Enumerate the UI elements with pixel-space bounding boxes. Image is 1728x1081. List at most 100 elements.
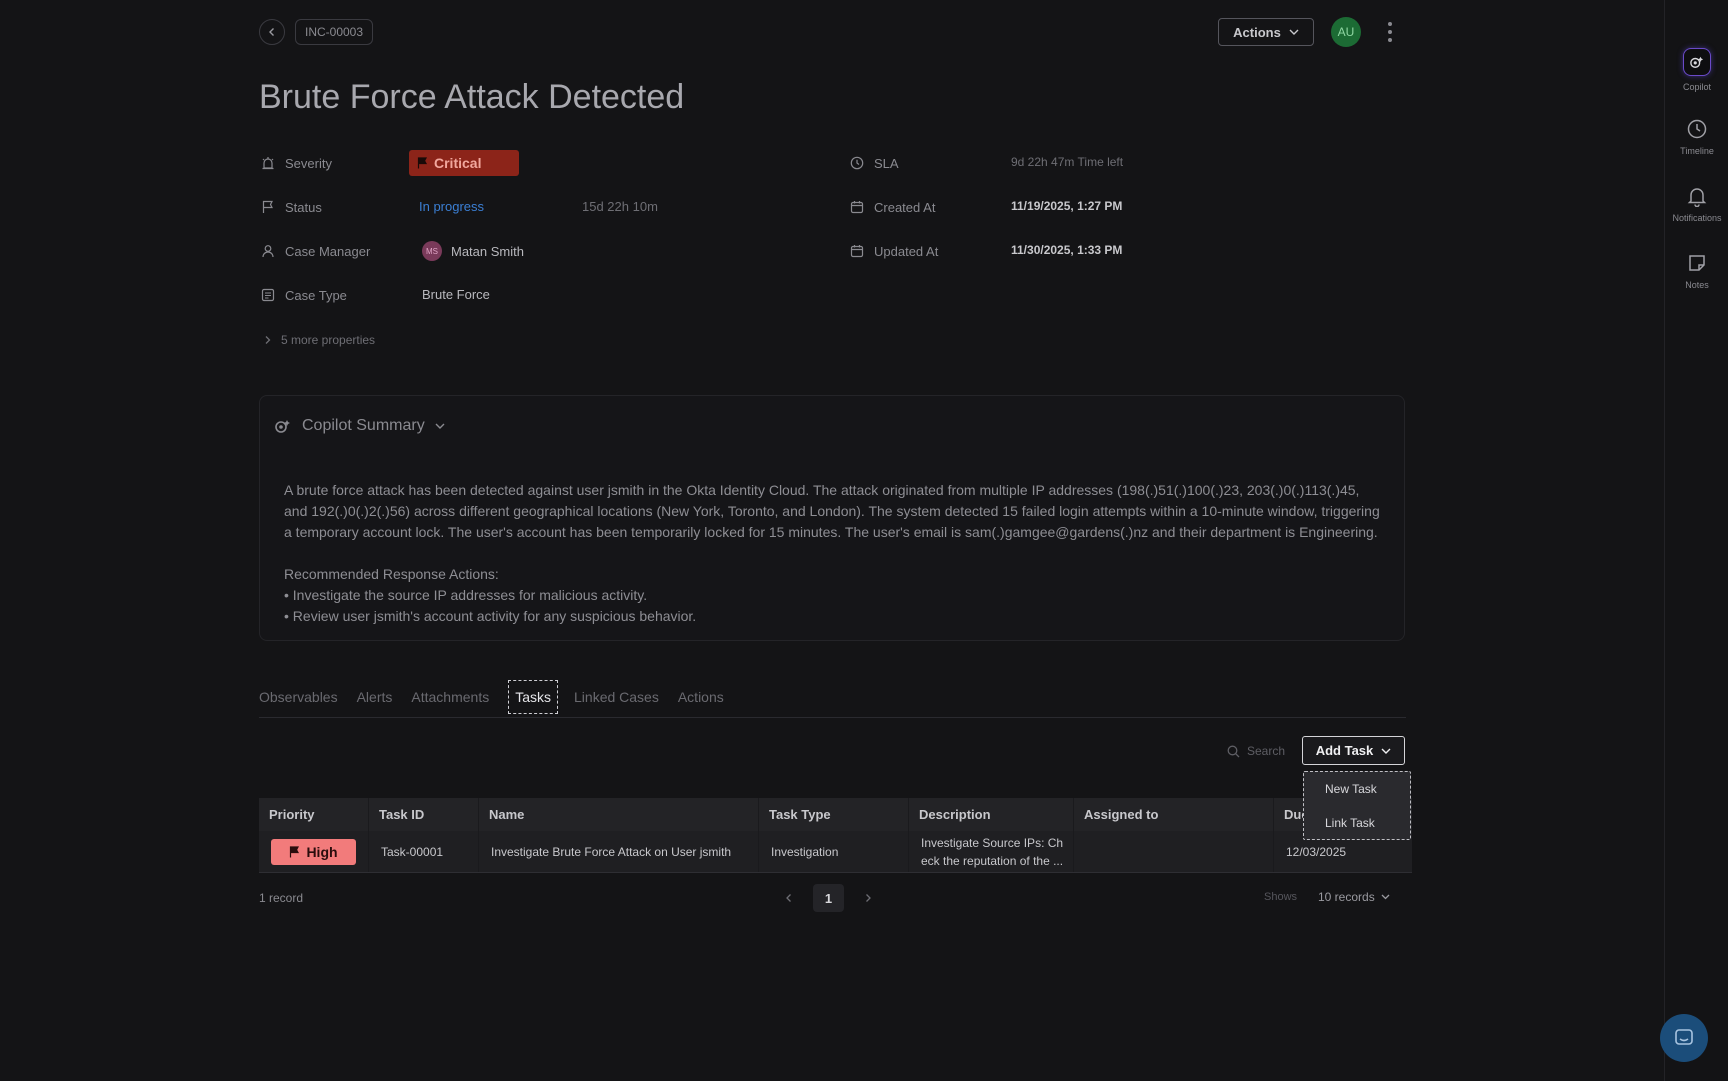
col-task-id[interactable]: Task ID xyxy=(369,798,479,831)
more-options-icon[interactable] xyxy=(1384,20,1396,44)
search-icon xyxy=(1227,745,1240,757)
created-at-value: 11/19/2025, 1:27 PM xyxy=(1011,199,1123,213)
rail-item-timeline[interactable]: Timeline xyxy=(1665,118,1728,156)
copilot-icon xyxy=(1683,48,1711,76)
table-row[interactable]: High Task-00001 Investigate Brute Force … xyxy=(259,831,1412,873)
manager-name: Matan Smith xyxy=(451,243,524,259)
priority-value: High xyxy=(306,843,338,860)
tab-linked-cases[interactable]: Linked Cases xyxy=(574,680,659,714)
sla-label: SLA xyxy=(874,155,899,171)
record-count: 1 record xyxy=(259,891,304,905)
col-assigned-to[interactable]: Assigned to xyxy=(1074,798,1274,831)
sla-property: SLA xyxy=(848,153,899,173)
chat-launcher-button[interactable] xyxy=(1660,1014,1708,1062)
actions-button-label: Actions xyxy=(1233,24,1281,40)
copilot-summary-toggle[interactable]: Copilot Summary xyxy=(274,417,445,435)
severity-property: Severity xyxy=(259,153,332,173)
chevron-down-icon xyxy=(1289,29,1299,35)
chat-icon xyxy=(1675,1029,1693,1045)
cell-task-id: Task-00001 xyxy=(369,831,479,872)
severity-value: Critical xyxy=(434,155,482,171)
case-type-label: Case Type xyxy=(285,287,347,303)
col-priority[interactable]: Priority xyxy=(259,798,369,831)
search-input[interactable]: Search xyxy=(1227,744,1285,758)
table-header: Priority Task ID Name Task Type Descript… xyxy=(259,798,1412,831)
summary-bullet: • Investigate the source IP addresses fo… xyxy=(284,587,648,603)
manager-avatar: MS xyxy=(422,241,442,261)
rail-item-notifications[interactable]: Notifications xyxy=(1665,185,1728,223)
cell-priority: High xyxy=(259,831,369,872)
page-title: Brute Force Attack Detected xyxy=(259,78,685,116)
col-description[interactable]: Description xyxy=(909,798,1074,831)
shows-label: Shows xyxy=(1264,891,1298,903)
prev-page-icon[interactable] xyxy=(785,893,793,903)
bell-icon xyxy=(1687,188,1707,207)
status-value[interactable]: In progress xyxy=(419,199,484,214)
more-properties-toggle[interactable]: 5 more properties xyxy=(259,330,375,350)
rail-item-notes[interactable]: Notes xyxy=(1665,252,1728,290)
case-manager-label: Case Manager xyxy=(285,243,371,259)
right-sidebar: Copilot Timeline Notifications Notes xyxy=(1664,0,1728,1081)
chevron-left-icon xyxy=(269,28,274,36)
user-avatar[interactable]: AU xyxy=(1331,17,1361,47)
add-task-button[interactable]: Add Task xyxy=(1302,736,1405,765)
rail-label: Notes xyxy=(1685,280,1709,290)
tab-observables[interactable]: Observables xyxy=(259,680,338,714)
per-page-value: 10 records xyxy=(1318,890,1375,904)
description-line: Investigate Source IPs: Ch xyxy=(921,835,1064,850)
document-icon xyxy=(259,286,277,304)
tab-actions[interactable]: Actions xyxy=(678,680,724,714)
menu-item-new-task[interactable]: New Task xyxy=(1304,772,1410,806)
chevron-right-icon xyxy=(259,331,277,349)
flag-icon xyxy=(290,845,300,857)
col-task-type[interactable]: Task Type xyxy=(759,798,909,831)
chevron-down-icon xyxy=(435,423,445,429)
next-page-icon[interactable] xyxy=(864,893,872,903)
records-per-page-select[interactable]: 10 records xyxy=(1318,890,1390,904)
add-task-menu: New Task Link Task xyxy=(1303,771,1411,840)
copilot-summary-panel: Copilot Summary A brute force attack has… xyxy=(259,395,1405,641)
calendar-icon xyxy=(848,198,866,216)
rail-label: Timeline xyxy=(1680,146,1714,156)
tab-alerts[interactable]: Alerts xyxy=(357,680,393,714)
summary-bullet: • Review user jsmith's account activity … xyxy=(284,608,697,624)
description-line: eck the reputation of the ... xyxy=(921,853,1064,868)
add-task-label: Add Task xyxy=(1315,743,1374,758)
siren-icon xyxy=(259,154,277,172)
back-button[interactable] xyxy=(259,19,285,45)
updated-at-label: Updated At xyxy=(874,243,939,259)
calendar-icon xyxy=(848,242,866,260)
tasks-table: Priority Task ID Name Task Type Descript… xyxy=(259,798,1412,873)
case-type-value: Brute Force xyxy=(422,287,490,302)
status-property: Status xyxy=(259,197,322,217)
clock-icon xyxy=(848,154,866,172)
rail-label: Notifications xyxy=(1672,213,1722,223)
status-duration: 15d 22h 10m xyxy=(582,199,658,214)
sla-time: 9d 22h 47m xyxy=(1011,155,1075,169)
priority-badge: High xyxy=(271,838,356,865)
chevron-down-icon xyxy=(1381,748,1391,754)
case-tabs: Observables Alerts Attachments Tasks Lin… xyxy=(259,680,743,714)
tab-attachments[interactable]: Attachments xyxy=(411,680,489,714)
flag-icon xyxy=(417,157,428,169)
user-icon xyxy=(259,242,277,260)
updated-at-property: Updated At xyxy=(848,241,938,261)
created-at-property: Created At xyxy=(848,197,935,217)
sla-value: 9d 22h 47m Time left xyxy=(1011,155,1123,169)
col-name[interactable]: Name xyxy=(479,798,759,831)
cell-assigned-to xyxy=(1074,831,1274,872)
page-number[interactable]: 1 xyxy=(813,884,844,912)
chevron-down-icon xyxy=(1381,894,1390,900)
sla-suffix: Time left xyxy=(1077,155,1124,169)
cell-task-type: Investigation xyxy=(759,831,909,872)
rail-item-copilot[interactable]: Copilot xyxy=(1665,48,1728,92)
case-manager-value[interactable]: MS Matan Smith xyxy=(422,241,524,261)
actions-button[interactable]: Actions xyxy=(1218,18,1314,46)
search-placeholder: Search xyxy=(1247,744,1286,758)
pagination: 1 xyxy=(785,884,872,912)
severity-badge[interactable]: Critical xyxy=(409,150,519,176)
rail-label: Copilot xyxy=(1682,82,1711,92)
menu-item-link-task[interactable]: Link Task xyxy=(1304,806,1410,840)
tab-tasks[interactable]: Tasks xyxy=(508,680,559,714)
severity-label: Severity xyxy=(285,155,332,171)
